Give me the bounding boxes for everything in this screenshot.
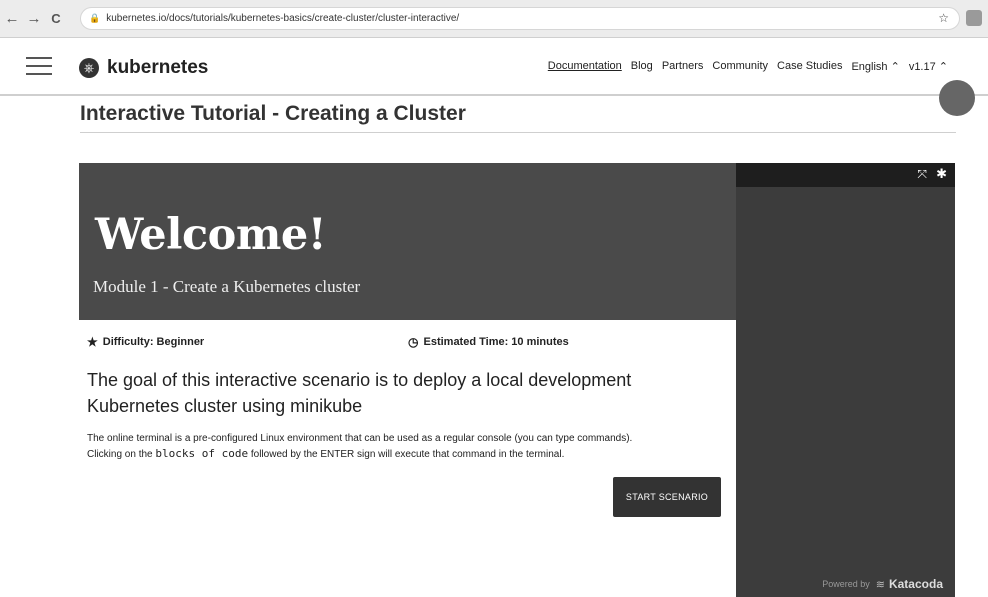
nav-community[interactable]: Community — [712, 60, 768, 73]
terminal-panel[interactable]: ⤧ ✱ Powered by ≋ Katacoda — [736, 163, 955, 597]
difficulty-label: ★ Difficulty: Beginner — [87, 335, 204, 349]
clock-icon: ◷ — [408, 335, 419, 349]
nav-partners[interactable]: Partners — [662, 60, 704, 73]
code-sample-text: blocks of code — [155, 447, 249, 460]
katacoda-brand: Katacoda — [888, 577, 943, 591]
bookmark-star-icon[interactable]: ☆ — [938, 11, 949, 25]
lock-icon: 🔒 — [89, 13, 101, 23]
divider — [80, 132, 956, 133]
language-dropdown[interactable]: English ⌃ — [851, 60, 899, 73]
menu-icon[interactable] — [26, 57, 52, 79]
description-text: followed by the ENTER sign will execute … — [248, 449, 565, 460]
estimated-time-text: Estimated Time: 10 minutes — [423, 336, 569, 348]
helm-wheel-icon: ⎈ — [79, 58, 99, 78]
site-header: ⎈ kubernetes Documentation Blog Partners… — [0, 38, 988, 96]
welcome-banner: Welcome! Module 1 - Create a Kubernetes … — [79, 163, 736, 320]
nav-documentation[interactable]: Documentation — [548, 60, 622, 73]
scenario-intro: Welcome! Module 1 - Create a Kubernetes … — [79, 163, 736, 597]
url-text: kubernetes.io/docs/tutorials/kubernetes-… — [106, 13, 460, 24]
gear-icon[interactable]: ✱ — [936, 166, 947, 182]
nav-case-studies[interactable]: Case Studies — [777, 60, 842, 73]
scenario-description: The online terminal is a pre-configured … — [87, 431, 727, 462]
start-scenario-button[interactable]: START SCENARIO — [613, 477, 721, 517]
difficulty-text: Difficulty: Beginner — [102, 336, 205, 348]
version-dropdown[interactable]: v1.17 ⌃ — [909, 60, 948, 73]
logo-text: kubernetes — [107, 57, 209, 78]
katacoda-logo-icon: ≋ — [875, 578, 885, 591]
edit-button[interactable] — [939, 80, 975, 116]
katacoda-widget: Welcome! Module 1 - Create a Kubernetes … — [79, 163, 955, 597]
terminal-toolbar: ⤧ ✱ — [736, 163, 955, 187]
star-icon: ★ — [87, 335, 98, 349]
browser-toolbar: ← → C 🔒 kubernetes.io/docs/tutorials/kub… — [0, 0, 988, 38]
fullscreen-icon[interactable]: ⤧ — [917, 167, 927, 182]
module-subtitle: Module 1 - Create a Kubernetes cluster — [93, 277, 361, 296]
powered-by-katacoda[interactable]: Powered by ≋ Katacoda — [822, 577, 943, 591]
kubernetes-logo[interactable]: ⎈ kubernetes — [79, 57, 208, 79]
scenario-goal: The goal of this interactive scenario is… — [87, 370, 632, 416]
top-navigation: Documentation Blog Partners Community Ca… — [539, 60, 948, 73]
reload-icon[interactable]: C — [46, 9, 66, 29]
page-title: Interactive Tutorial - Creating a Cluste… — [80, 102, 466, 125]
back-icon[interactable]: ← — [2, 9, 22, 29]
description-line: Clicking on the blocks of code followed … — [87, 446, 727, 462]
estimated-time-label: ◷ Estimated Time: 10 minutes — [408, 335, 569, 349]
welcome-heading: Welcome! — [95, 210, 327, 260]
nav-blog[interactable]: Blog — [631, 60, 653, 73]
address-bar[interactable]: 🔒 kubernetes.io/docs/tutorials/kubernete… — [80, 7, 960, 30]
powered-by-text: Powered by — [822, 579, 870, 589]
description-text: Clicking on the — [87, 449, 156, 460]
description-line: The online terminal is a pre-configured … — [87, 433, 633, 444]
forward-icon[interactable]: → — [24, 9, 44, 29]
extension-icon[interactable] — [966, 10, 982, 26]
